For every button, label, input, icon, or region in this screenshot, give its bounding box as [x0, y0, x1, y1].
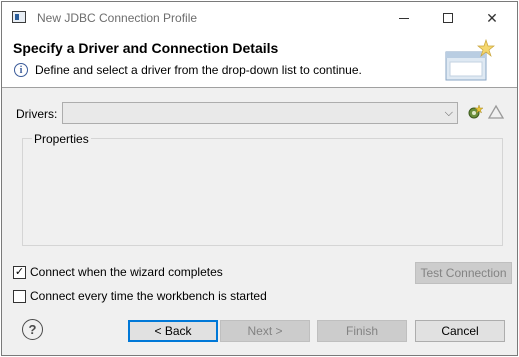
connect-when-complete-option[interactable]: ✓ Connect when the wizard completes: [13, 265, 223, 279]
maximize-button[interactable]: [426, 6, 470, 30]
banner-message: Define and select a driver from the drop…: [35, 63, 362, 77]
finish-button[interactable]: Finish: [317, 320, 407, 342]
connect-every-time-option[interactable]: Connect every time the workbench is star…: [13, 289, 267, 303]
connect-every-time-label: Connect every time the workbench is star…: [30, 289, 267, 303]
app-icon: [12, 11, 26, 23]
close-icon: ✕: [486, 9, 498, 26]
drivers-dropdown[interactable]: ⌵: [62, 102, 458, 124]
minimize-button[interactable]: [382, 6, 426, 30]
connect-when-complete-label: Connect when the wizard completes: [30, 265, 223, 279]
title-bar: New JDBC Connection Profile ✕: [2, 2, 517, 33]
help-icon[interactable]: ?: [22, 319, 43, 340]
minimize-icon: [399, 17, 409, 19]
wizard-graphic-icon: [445, 38, 495, 81]
edit-driver-icon[interactable]: [487, 103, 505, 121]
cancel-button[interactable]: Cancel: [415, 320, 505, 342]
close-button[interactable]: ✕: [470, 6, 514, 30]
wizard-banner: Specify a Driver and Connection Details …: [2, 33, 517, 88]
new-driver-icon[interactable]: [466, 103, 484, 121]
maximize-icon: [443, 13, 453, 23]
chevron-down-icon: ⌵: [444, 107, 453, 119]
dialog-window: New JDBC Connection Profile ✕ Specify a …: [1, 1, 518, 356]
properties-group: [22, 138, 503, 246]
connect-when-complete-checkbox[interactable]: ✓: [13, 265, 26, 279]
window-title: New JDBC Connection Profile: [37, 11, 198, 25]
connect-every-time-checkbox[interactable]: [13, 289, 26, 303]
properties-label: Properties: [32, 132, 91, 146]
page-title: Specify a Driver and Connection Details: [13, 40, 279, 56]
test-connection-button[interactable]: Test Connection: [415, 262, 512, 284]
next-button[interactable]: Next >: [220, 320, 310, 342]
drivers-label: Drivers:: [16, 107, 58, 121]
info-icon: i: [14, 63, 28, 77]
back-button[interactable]: < Back: [128, 320, 218, 342]
